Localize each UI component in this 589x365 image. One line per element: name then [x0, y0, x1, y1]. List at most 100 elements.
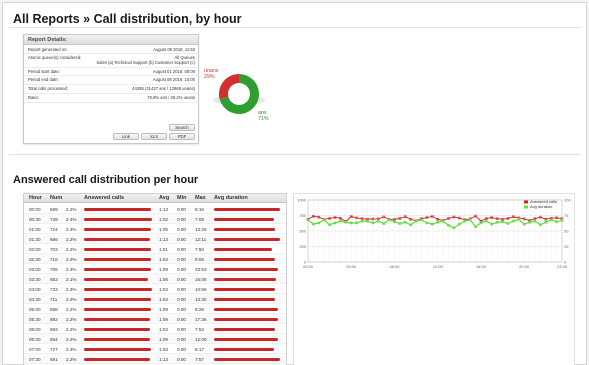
y-left-tick-label: 750 — [299, 213, 306, 218]
data-point[interactable] — [501, 220, 504, 223]
col-min-header[interactable]: Min — [177, 195, 186, 201]
data-point[interactable] — [447, 224, 450, 227]
answered-calls-bar — [84, 237, 150, 241]
col-avg-header[interactable]: Avg — [159, 195, 169, 201]
max-cell: 8:17 — [195, 346, 204, 352]
max-cell: 17:36 — [195, 316, 207, 322]
search-button[interactable]: Search — [169, 124, 195, 131]
report-frame: All Reports » Call distribution, by hour… — [2, 2, 587, 365]
details-row-ratio: Ratio: 70.8% ans / 29.2% unans — [24, 94, 198, 103]
data-point[interactable] — [409, 223, 412, 227]
min-cell: 0:00 — [177, 206, 186, 212]
data-point[interactable] — [393, 220, 396, 223]
answered-calls-bar — [84, 257, 152, 261]
data-point[interactable] — [479, 221, 483, 225]
data-point[interactable] — [360, 219, 364, 223]
data-point[interactable] — [549, 218, 553, 222]
data-point[interactable] — [512, 219, 515, 223]
data-point[interactable] — [355, 221, 358, 225]
hour-cell: 03:00 — [29, 266, 41, 272]
num-cell: 711 — [50, 296, 58, 302]
link-button[interactable]: Link — [113, 133, 139, 140]
data-point[interactable] — [555, 220, 558, 223]
data-point[interactable] — [544, 221, 548, 224]
max-cell: 8:16 — [195, 206, 204, 212]
data-point[interactable] — [349, 221, 353, 225]
data-point[interactable] — [382, 222, 385, 225]
data-point[interactable] — [522, 222, 526, 226]
data-point[interactable] — [344, 221, 348, 224]
report-details-panel: Report Details: Report generated on: Aug… — [23, 34, 199, 144]
data-point[interactable] — [414, 219, 418, 223]
pct-cell: 2.3% — [66, 256, 77, 262]
answered-calls-bar — [84, 357, 150, 361]
data-point[interactable] — [398, 222, 402, 225]
avg-cell: 1:04 — [159, 326, 168, 332]
avg-duration-bar — [214, 217, 274, 221]
data-point[interactable] — [387, 218, 391, 222]
data-point[interactable] — [404, 221, 407, 224]
y-left-tick-label: 250 — [299, 244, 306, 249]
hour-cell: 04:30 — [29, 296, 41, 302]
data-point[interactable] — [312, 222, 315, 226]
data-point[interactable] — [539, 223, 542, 227]
data-point[interactable] — [420, 218, 423, 222]
data-point[interactable] — [431, 222, 434, 226]
col-hour-header[interactable]: Hour — [29, 195, 42, 201]
data-point[interactable] — [425, 221, 429, 225]
data-point[interactable] — [495, 221, 499, 224]
hourly-line-chart: 1000 750 500 250 0 100 75 50 25 0 00:00 04:00 08:00 1… — [293, 193, 575, 365]
data-point[interactable] — [441, 219, 445, 223]
y-left-tick-label: 1000 — [297, 198, 307, 203]
data-point[interactable] — [452, 226, 456, 230]
table-row: 01:00 724 2.3% 1:05 0:00 13:25 — [24, 224, 286, 234]
data-point[interactable] — [366, 219, 369, 223]
data-point[interactable] — [560, 219, 564, 222]
table-row: 04:30 711 2.3% 1:04 0:00 13:30 — [24, 294, 286, 304]
data-point[interactable] — [322, 218, 326, 222]
data-point[interactable] — [317, 221, 321, 225]
col-answered-header[interactable]: Answered calls — [84, 195, 124, 201]
data-point[interactable] — [333, 221, 337, 225]
data-point[interactable] — [377, 219, 380, 223]
data-point[interactable] — [485, 219, 488, 223]
hour-cell: 05:30 — [29, 316, 41, 322]
data-point[interactable] — [339, 219, 342, 223]
avg-cell: 1:05 — [159, 226, 168, 232]
answered-calls-bar — [84, 327, 150, 331]
col-num-header[interactable]: Num — [50, 195, 62, 201]
data-point[interactable] — [328, 223, 331, 227]
data-point[interactable] — [468, 218, 472, 222]
pdf-button[interactable]: PDF — [169, 133, 195, 140]
min-cell: 0:00 — [177, 286, 186, 292]
hour-cell: 07:30 — [29, 356, 41, 362]
avg-cell: 1:13 — [159, 356, 168, 362]
x-tick-label: 20:00 — [519, 264, 530, 269]
data-point[interactable] — [371, 221, 375, 225]
col-duration-header[interactable]: Avg duration — [214, 195, 248, 201]
avg-duration-bar — [214, 337, 278, 341]
num-cell: 694 — [50, 336, 58, 342]
hour-cell: 01:00 — [29, 226, 41, 232]
avg-cell: 1:09 — [159, 306, 168, 312]
xls-button[interactable]: XLS — [141, 133, 167, 140]
table-row: 04:00 733 2.3% 1:04 0:00 10:59 — [24, 284, 286, 294]
data-point[interactable] — [306, 218, 310, 222]
data-point[interactable] — [490, 222, 493, 226]
data-point[interactable] — [474, 225, 477, 228]
table-row: 00:00 689 2.2% 1:13 0:00 8:16 — [24, 204, 286, 214]
data-point[interactable] — [506, 222, 510, 225]
data-point[interactable] — [528, 221, 531, 224]
avg-duration-bar — [214, 277, 276, 281]
y-right-tick-label: 100 — [564, 198, 571, 203]
data-point[interactable] — [458, 222, 461, 226]
data-point[interactable] — [463, 219, 466, 223]
data-point[interactable] — [436, 221, 439, 224]
data-point[interactable] — [517, 217, 521, 221]
col-max-header[interactable]: Max — [195, 195, 206, 201]
avg-cell: 1:04 — [159, 256, 168, 262]
avg-duration-bar — [214, 327, 275, 331]
data-point[interactable] — [533, 219, 537, 223]
details-row-total: Total calls processed: 44395 (31427 ans … — [24, 85, 198, 94]
max-cell: 13:25 — [195, 226, 207, 232]
